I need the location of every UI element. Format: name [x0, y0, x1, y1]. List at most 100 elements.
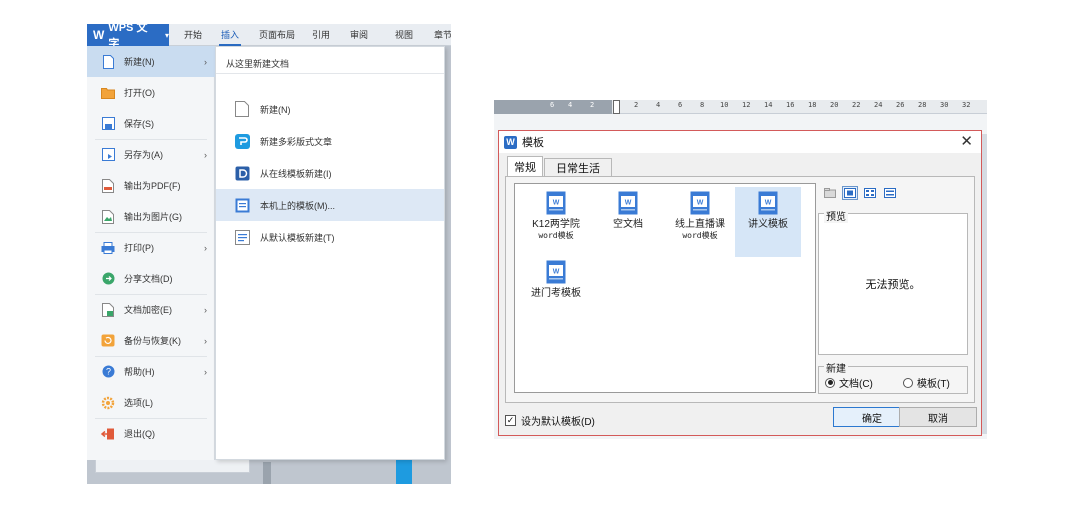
list-view-icon[interactable]	[862, 186, 878, 200]
ribbon-tab[interactable]: 视图	[392, 24, 416, 46]
submenu-item[interactable]: 从在线模板新建(I)	[216, 157, 444, 189]
radio-template[interactable]: 模板(T)	[903, 375, 950, 390]
share-icon	[101, 272, 115, 286]
radio-template-label: 模板(T)	[917, 379, 950, 390]
ribbon-tab[interactable]: 插入	[219, 24, 241, 46]
submenu-item-label: 从在线模板新建(I)	[260, 168, 332, 179]
chevron-right-icon: ›	[204, 366, 207, 377]
submenu-item-label: 从默认模板新建(T)	[260, 232, 335, 243]
menu-item-label: 分享文档(D)	[124, 274, 173, 284]
set-default-template-label: 设为默认模板(D)	[521, 417, 595, 428]
menu-item[interactable]: 文档加密(E) ›	[87, 294, 215, 325]
wps-app-menu-button[interactable]: W WPS 文字 ▾	[87, 24, 169, 50]
pdf-icon	[101, 178, 115, 193]
menu-item[interactable]: 另存为(A) ›	[87, 139, 215, 170]
template-dialog-screenshot: 6 4 2 2 4 6 8 10 12 14 16 18 20 22 24 26 28 30 32 W 模板 ✕ 常…	[494, 97, 987, 439]
ribbon-tab[interactable]: 页面布局	[257, 24, 297, 46]
template-list: W K12两学院 word模板 W 空文档 W 线上直播课 word模板 W 讲义模板 W 进门考模板	[514, 183, 816, 393]
menu-item-label: 退出(Q)	[124, 429, 155, 439]
menu-item[interactable]: ? 帮助(H) ›	[87, 356, 215, 387]
menu-item[interactable]: 输出为图片(G)	[87, 201, 215, 232]
template-label-line1: 空文档	[613, 219, 643, 230]
template-item[interactable]: W 进门考模板	[523, 256, 589, 326]
ruler-tick-label: 6	[678, 101, 683, 109]
template-item[interactable]: W 线上直播课 word模板	[667, 187, 733, 257]
chevron-right-icon: ›	[204, 335, 207, 346]
help-icon: ?	[101, 365, 115, 379]
menu-item[interactable]: 分享文档(D)	[87, 263, 215, 294]
dialog-titlebar: W 模板 ✕	[499, 131, 981, 153]
blank-doc-icon	[234, 101, 250, 117]
online-template-icon	[234, 165, 250, 181]
ribbon-tab[interactable]: 审阅	[347, 24, 371, 46]
up-folder-icon[interactable]	[822, 186, 838, 200]
tab-daily-life[interactable]: 日常生活	[544, 158, 612, 176]
print-icon	[101, 241, 115, 255]
template-label-line2: word模板	[682, 231, 718, 240]
word-doc-icon: W	[618, 191, 638, 215]
save-icon	[101, 117, 115, 131]
ruler-indent-marker[interactable]	[613, 100, 620, 114]
submenu-item-label: 新建(N)	[260, 104, 291, 115]
tab-panel: W K12两学院 word模板 W 空文档 W 线上直播课 word模板 W 讲义模板 W 进门考模板…	[505, 176, 975, 403]
menu-item[interactable]: 保存(S)	[87, 108, 215, 139]
ribbon-tab[interactable]: 引用	[309, 24, 333, 46]
large-icons-view-icon[interactable]	[842, 186, 858, 200]
close-icon[interactable]: ✕	[960, 133, 973, 151]
ruler-tick-label: 12	[742, 101, 751, 109]
submenu-item[interactable]: 本机上的模板(M)...	[216, 189, 444, 221]
svg-text:W: W	[697, 200, 704, 207]
word-doc-icon: W	[690, 191, 710, 215]
radio-document[interactable]: 文档(C)	[825, 375, 873, 390]
template-item[interactable]: W 空文档	[595, 187, 661, 257]
preview-label: 预览	[824, 208, 848, 223]
divider	[216, 73, 444, 74]
chevron-right-icon: ›	[204, 56, 207, 67]
menu-item-label: 打印(P)	[124, 243, 154, 253]
divider	[95, 294, 207, 295]
word-doc-icon: W	[546, 260, 566, 284]
menu-item[interactable]: 选项(L)	[87, 387, 215, 418]
ruler-tick-label: 6	[550, 101, 555, 109]
menu-item-label: 打开(O)	[124, 88, 155, 98]
ruler-tick-label: 28	[918, 101, 927, 109]
template-item[interactable]: W 讲义模板	[735, 187, 801, 257]
set-default-template-checkbox[interactable]: ✓ 设为默认模板(D)	[505, 413, 595, 428]
details-view-icon[interactable]	[882, 186, 898, 200]
menu-item-label: 选项(L)	[124, 398, 153, 408]
options-gear-icon	[101, 396, 115, 410]
ruler-tick-label: 4	[656, 101, 661, 109]
menu-item[interactable]: 打印(P) ›	[87, 232, 215, 263]
file-menu: 新建(N) › 打开(O) 保存(S) 另存为(A) › 输出为PDF(F) 输出为图片(G)…	[87, 46, 215, 460]
menu-item[interactable]: 打开(O)	[87, 77, 215, 108]
scrollbar[interactable]	[263, 462, 271, 484]
image-export-icon	[101, 209, 115, 224]
template-item[interactable]: W K12两学院 word模板	[523, 187, 589, 257]
submenu-item[interactable]: 从默认模板新建(T)	[216, 221, 444, 253]
ruler-tick-label: 16	[786, 101, 795, 109]
ribbon-tab[interactable]: 开始	[179, 24, 207, 46]
ruler-tick-label: 2	[634, 101, 639, 109]
svg-text:W: W	[625, 200, 632, 207]
radio-dot-icon	[903, 377, 913, 388]
menu-item-label: 保存(S)	[124, 119, 154, 129]
menu-item[interactable]: 输出为PDF(F)	[87, 170, 215, 201]
template-label: 空文档	[613, 219, 643, 230]
menu-item[interactable]: 退出(Q)	[87, 418, 215, 449]
ruler-tick-label: 30	[940, 101, 949, 109]
template-label: 线上直播课 word模板	[675, 219, 725, 241]
template-dialog: W 模板 ✕ 常规 日常生活 W K12两学院 word模板 W 空文档 W 线上直播课 wo…	[498, 130, 982, 436]
menu-item[interactable]: 备份与恢复(K) ›	[87, 325, 215, 356]
ruler-tick-label: 14	[764, 101, 773, 109]
ribbon-tab[interactable]: 章节	[431, 24, 451, 46]
word-doc-icon: W	[758, 191, 778, 215]
wps-logo-icon: W	[93, 28, 105, 42]
submenu-item[interactable]: 新建(N)	[216, 93, 444, 125]
tab-general[interactable]: 常规	[507, 156, 543, 176]
exit-icon	[101, 427, 115, 441]
cancel-button[interactable]: 取消	[899, 407, 977, 427]
menu-item[interactable]: 新建(N) ›	[87, 46, 215, 77]
ruler-tick-label: 10	[720, 101, 729, 109]
submenu-item[interactable]: 新建多彩版式文章	[216, 125, 444, 157]
folder-open-icon	[101, 86, 115, 100]
